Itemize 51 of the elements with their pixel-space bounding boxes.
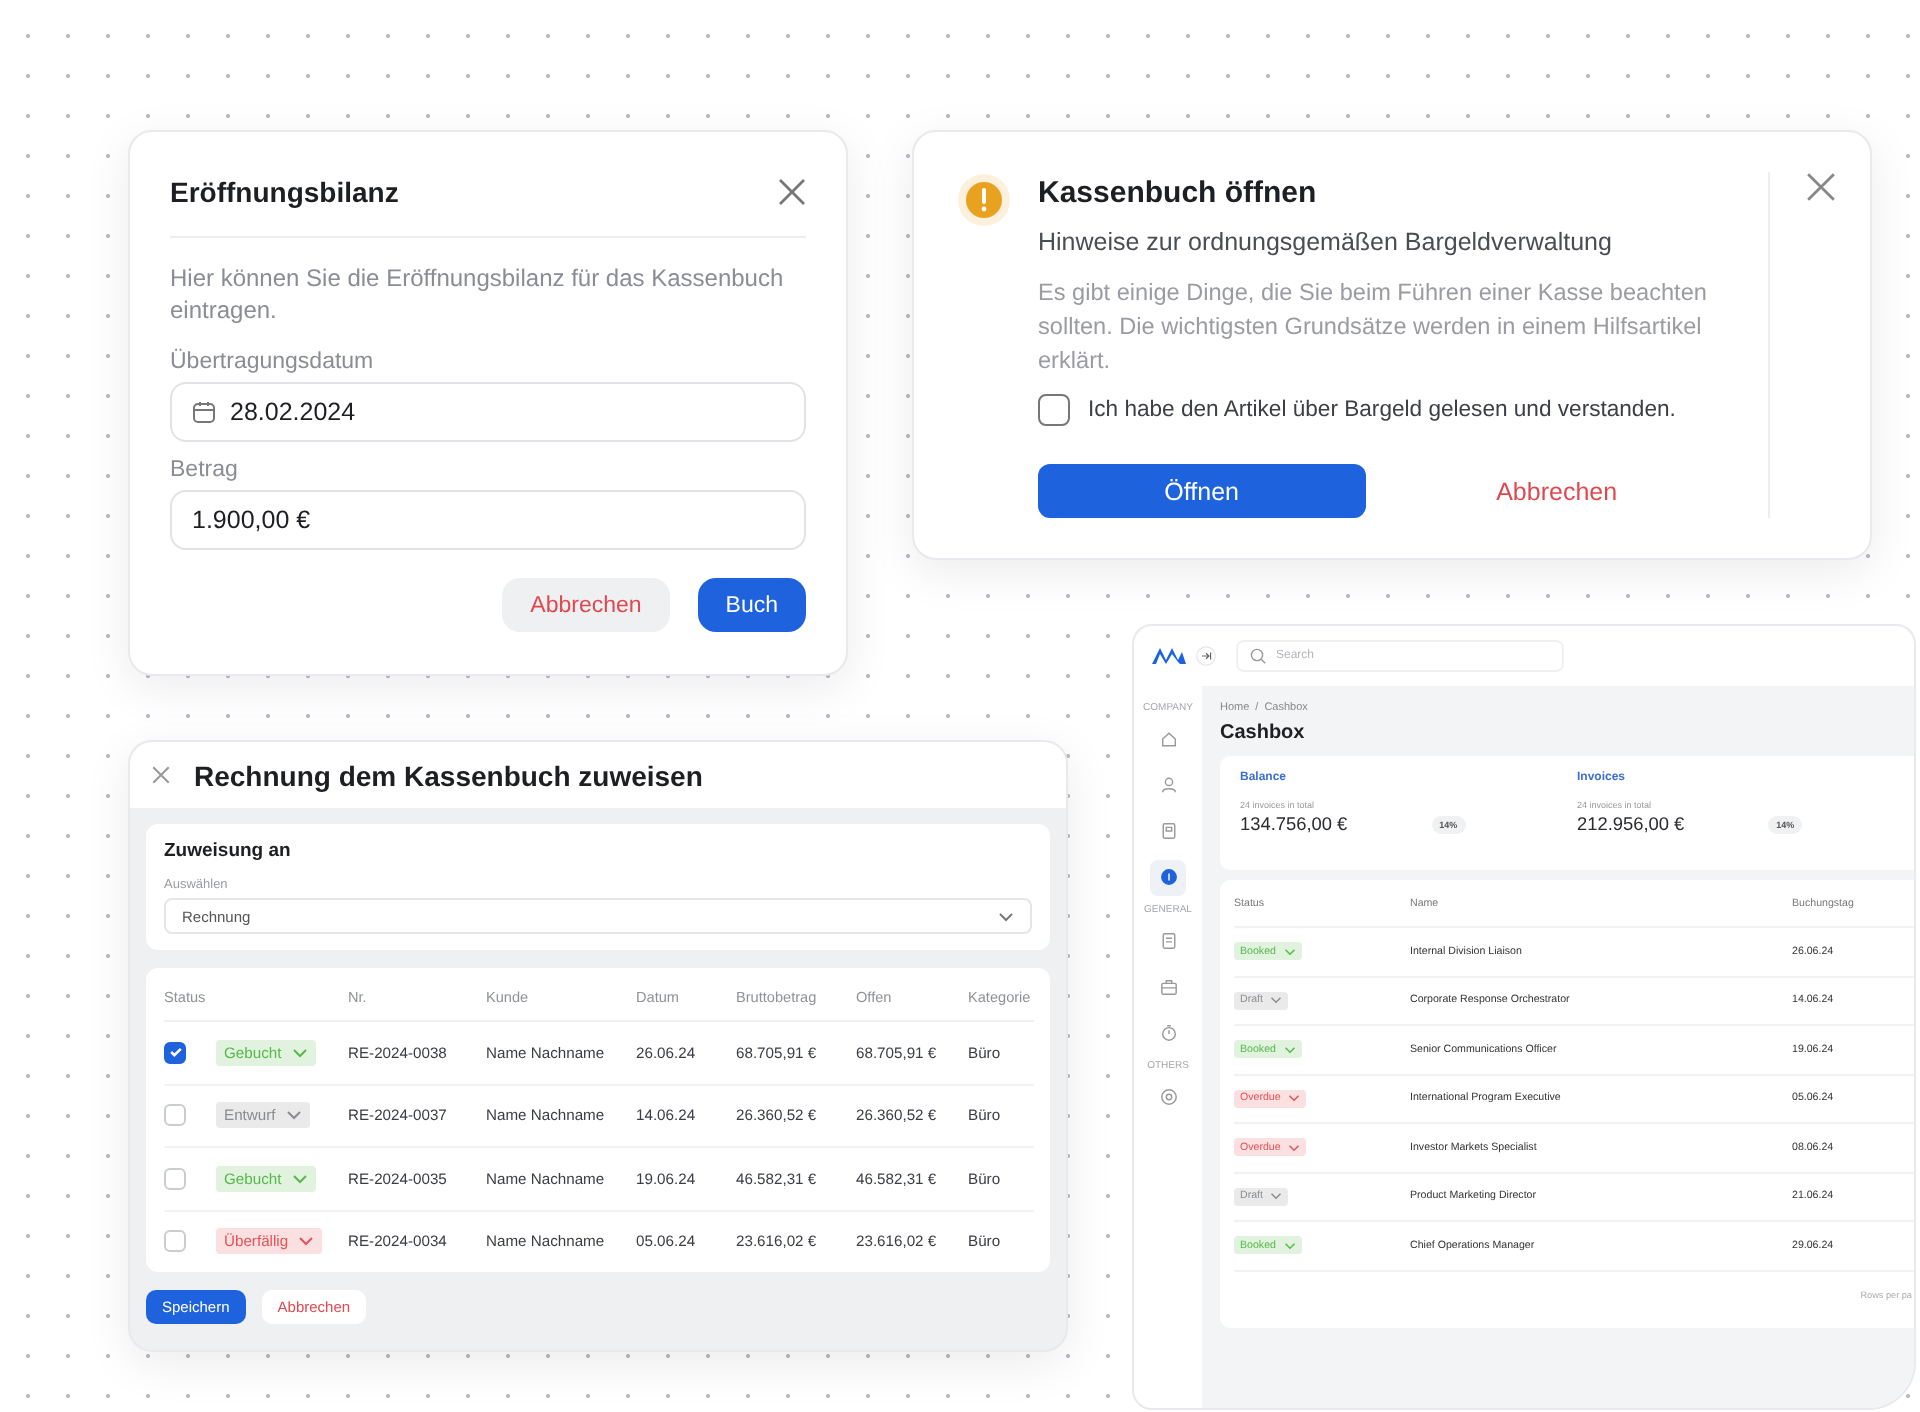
close-icon[interactable] <box>1806 172 1836 202</box>
search-icon <box>1250 648 1266 664</box>
amount-field[interactable]: 1.900,00 € <box>170 490 806 550</box>
stat-value: 134.756,00 € <box>1240 814 1348 834</box>
field-label: Übertragungsdatum <box>170 350 376 374</box>
open-button[interactable]: Öffnen <box>1038 464 1366 518</box>
section-title: Zuweisung an <box>164 840 293 862</box>
chevron-icon <box>298 1236 315 1247</box>
chevron-icon <box>291 1173 308 1184</box>
chevron-icon <box>1283 1241 1296 1250</box>
dialog-description: Es gibt einige Dinge, die Sie beim Führen einer Kasse beachten sollten. Die wichtigsten Grundsätze werden in einem Hilfsartikel erklärt. <box>1038 276 1709 378</box>
dialog-title: Eröffnungsbilanz <box>170 176 399 208</box>
user-icon <box>1159 776 1177 794</box>
checkbox[interactable] <box>164 1041 186 1064</box>
book-button[interactable]: Buch <box>697 578 806 632</box>
coin-icon <box>1159 868 1177 886</box>
checkbox[interactable] <box>1038 394 1070 426</box>
dialog-subtitle: Hinweise zur ordnungsgemäßen Bargeldverwaltung <box>1038 228 1614 256</box>
dialog-title: Rechnung dem Kassenbuch zuweisen <box>194 759 703 791</box>
dialog-title: Kassenbuch öffnen <box>1038 176 1319 210</box>
cancel-button[interactable]: Abbrechen <box>502 578 670 632</box>
collapse-icon[interactable] <box>1196 646 1216 666</box>
chevron-icon <box>1288 1143 1301 1152</box>
stat-value: 212.956,00 € <box>1577 814 1685 834</box>
chevron-icon <box>1283 947 1296 956</box>
clock-icon <box>1159 1024 1177 1042</box>
field-label: Betrag <box>170 458 240 482</box>
close-icon[interactable] <box>152 766 170 784</box>
logo-icon <box>1152 646 1186 666</box>
page-title: Cashbox <box>1220 722 1307 744</box>
chevron-icon <box>1288 1094 1301 1103</box>
cancel-button[interactable]: Abbrechen <box>1365 464 1748 518</box>
checkmark-icon <box>167 1044 183 1061</box>
checkbox-label: Ich habe den Artikel über Bargeld gelesen und verstanden. <box>1088 398 1676 422</box>
briefcase-icon <box>1159 978 1177 996</box>
document-icon <box>1159 932 1177 950</box>
chevron-icon <box>291 1047 308 1058</box>
book-icon <box>1159 822 1177 840</box>
settings-icon <box>1159 1088 1177 1106</box>
chevron-icon <box>1270 1192 1283 1201</box>
chevron-icon <box>998 911 1014 921</box>
home-icon <box>1159 730 1177 748</box>
chevron-icon <box>285 1110 302 1121</box>
sidebar-item[interactable] <box>1150 859 1186 895</box>
date-field[interactable]: 28.02.2024 <box>170 382 806 442</box>
chevron-icon <box>1270 996 1283 1005</box>
calendar-icon <box>192 400 216 424</box>
chevron-icon <box>1283 1045 1296 1054</box>
close-icon[interactable] <box>778 178 806 206</box>
warning-icon <box>958 174 1010 226</box>
dialog-description: Hier können Sie die Eröffnungsbilanz für das Kassenbuch eintragen. <box>170 262 786 326</box>
